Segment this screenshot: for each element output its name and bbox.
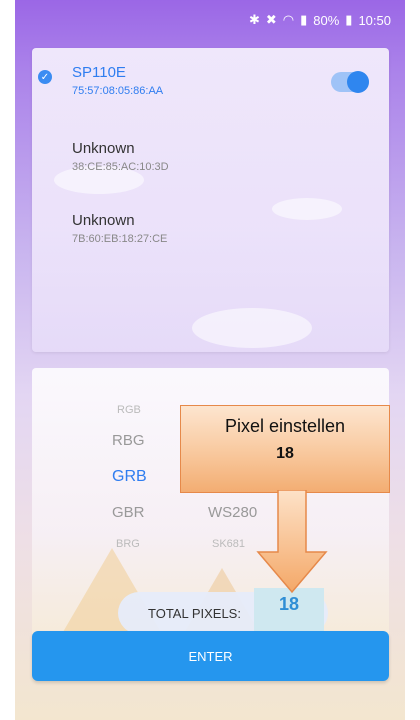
device-row-2[interactable]: Unknown 38:CE:85:AC:10:3D [32,128,389,188]
device-mac: 38:CE:85:AC:10:3D [72,161,169,173]
device-row-1[interactable]: ✓ SP110E 75:57:08:05:86:AA [32,48,389,118]
clock: 10:50 [358,12,391,28]
color-order-selected[interactable]: GRB [112,468,147,486]
device-row-3[interactable]: Unknown 7B:60:EB:18:27:CE [32,200,389,260]
device-mac: 75:57:08:05:86:AA [72,85,164,97]
color-order-option[interactable]: BRG [116,538,140,550]
color-order-option[interactable]: GBR [112,504,145,521]
device-list-card: ✓ SP110E 75:57:08:05:86:AA Unknown 38:CE… [32,48,389,352]
chip-type-option[interactable]: SK681 [212,538,245,550]
annotation-arrow [256,490,328,594]
check-icon: ✓ [38,70,52,84]
right-margin [405,0,420,720]
device-name: SP110E [72,64,126,81]
signal-icon: ▮ [300,12,308,27]
color-order-option[interactable]: RGB [117,404,141,416]
enter-button[interactable]: ENTER [32,631,389,681]
annotation-callout: Pixel einstellen 18 [180,405,390,493]
connection-toggle[interactable] [331,71,369,93]
device-name: Unknown [72,212,135,229]
battery-percent: 80% [313,12,340,28]
color-order-option[interactable]: RBG [112,432,145,449]
device-mac: 7B:60:EB:18:27:CE [72,233,168,245]
mute-icon: ✖ [265,12,277,27]
device-name: Unknown [72,140,135,157]
left-margin [0,0,15,720]
annotation-value: 18 [276,445,294,462]
wifi-icon: ◠ [282,12,295,27]
annotation-title: Pixel einstellen [224,416,346,436]
battery-icon: ▮ [345,12,353,27]
total-pixels-label: TOTAL PIXELS: [148,606,241,621]
chip-type-option[interactable]: WS280 [208,504,257,521]
bluetooth-icon: ✱ [248,12,260,27]
status-bar: ✱ ✖ ◠ ▮ 80% ▮ 10:50 [15,0,405,40]
total-pixels-value[interactable]: 18 [254,594,324,615]
cloud-decoration [192,308,312,348]
